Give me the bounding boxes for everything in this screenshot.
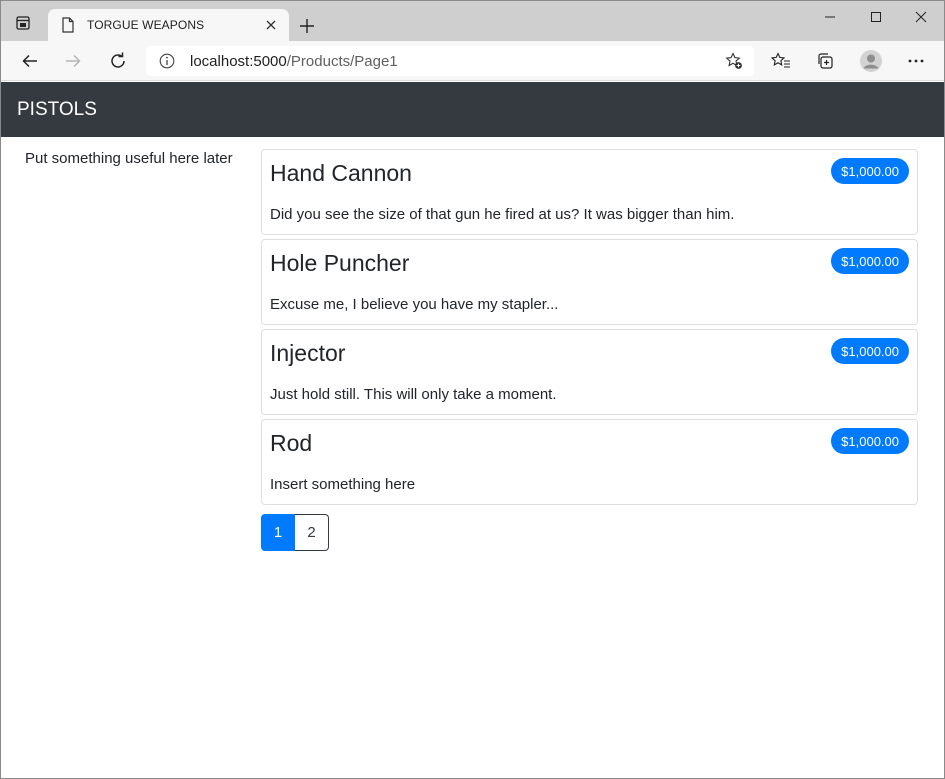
product-name: Rod <box>270 430 313 456</box>
product-name: Hole Puncher <box>270 250 410 276</box>
tab-strip: TORGUE WEAPONS <box>1 1 944 41</box>
navbar-brand[interactable]: PISTOLS <box>17 99 97 121</box>
address-bar[interactable]: localhost:5000/Products/Page1 <box>146 46 754 76</box>
plus-icon[interactable] <box>295 14 319 38</box>
url-text[interactable]: localhost:5000/Products/Page1 <box>190 53 398 70</box>
product-card: Rod $1,000.00 Insert something here <box>261 419 918 505</box>
star-plus-icon[interactable] <box>724 51 744 71</box>
product-description: Did you see the size of that gun he fire… <box>270 206 735 223</box>
sidebar-text: Put something useful here later <box>25 150 233 167</box>
tab-title: TORGUE WEAPONS <box>87 18 205 32</box>
navbar: PISTOLS <box>1 82 944 137</box>
maximize-icon[interactable] <box>853 1 899 33</box>
browser-tab[interactable]: TORGUE WEAPONS <box>48 9 289 41</box>
page-button-2[interactable]: 2 <box>295 514 329 551</box>
product-card: Hand Cannon $1,000.00 Did you see the si… <box>261 149 918 235</box>
profile-avatar-icon[interactable] <box>857 47 885 75</box>
back-arrow-icon[interactable] <box>16 47 44 75</box>
forward-arrow-icon[interactable] <box>59 47 87 75</box>
url-path: /Products/Page1 <box>286 53 398 70</box>
close-icon[interactable] <box>261 15 281 35</box>
more-menu-icon[interactable] <box>902 47 930 75</box>
minimize-icon[interactable] <box>807 1 853 33</box>
url-host: localhost:5000 <box>190 53 287 70</box>
product-name: Injector <box>270 340 346 366</box>
product-card: Hole Puncher $1,000.00 Excuse me, I beli… <box>261 239 918 325</box>
price-badge: $1,000.00 <box>831 428 909 454</box>
price-badge: $1,000.00 <box>831 338 909 364</box>
product-description: Excuse me, I believe you have my stapler… <box>270 296 559 313</box>
info-icon[interactable] <box>158 52 176 70</box>
product-description: Just hold still. This will only take a m… <box>270 386 557 403</box>
tab-actions-icon[interactable] <box>13 13 33 33</box>
product-description: Insert something here <box>270 476 416 493</box>
collections-icon[interactable] <box>811 47 839 75</box>
price-badge: $1,000.00 <box>831 158 909 184</box>
product-name: Hand Cannon <box>270 160 412 186</box>
favorites-icon[interactable] <box>767 47 795 75</box>
address-toolbar: localhost:5000/Products/Page1 <box>1 41 944 81</box>
refresh-icon[interactable] <box>104 47 132 75</box>
browser-window: TORGUE WEAPONS localhost:5000/Products/P… <box>0 0 945 779</box>
price-badge: $1,000.00 <box>831 248 909 274</box>
page-button-1[interactable]: 1 <box>261 514 295 551</box>
window-close-icon[interactable] <box>898 1 944 33</box>
pagination: 1 2 <box>261 514 329 551</box>
product-card: Injector $1,000.00 Just hold still. This… <box>261 329 918 415</box>
page-icon <box>61 17 75 33</box>
